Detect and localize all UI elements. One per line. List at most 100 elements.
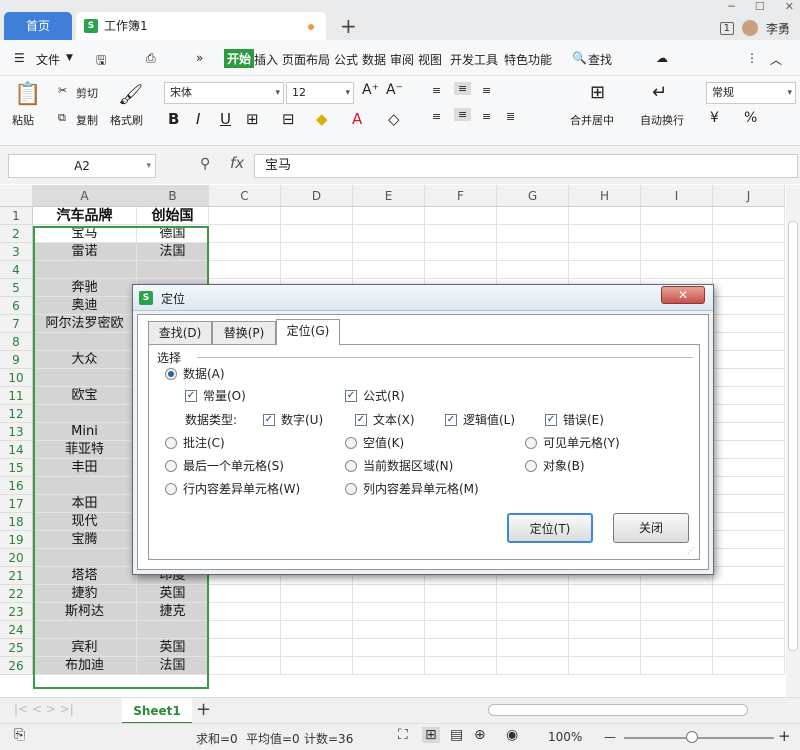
cell[interactable]: [713, 279, 785, 297]
cell[interactable]: [713, 297, 785, 315]
cut-icon[interactable]: ✂: [58, 84, 67, 97]
cell[interactable]: [569, 603, 641, 621]
formula-input[interactable]: 宝马: [254, 154, 798, 178]
cell[interactable]: [425, 657, 497, 675]
tab-replace[interactable]: 替换(P): [212, 321, 276, 345]
cut-button[interactable]: 剪切: [76, 85, 98, 101]
cell[interactable]: [641, 585, 713, 603]
radio-blank[interactable]: 空值(K): [345, 434, 404, 451]
zoom-out-button[interactable]: —: [604, 730, 616, 744]
cell[interactable]: [33, 405, 137, 423]
justify-icon[interactable]: ≣: [506, 110, 515, 123]
checkbox-constant[interactable]: ✓ 常量(O): [185, 387, 246, 404]
cell[interactable]: [713, 621, 785, 639]
cell[interactable]: 法国: [137, 657, 209, 675]
decrease-font-icon[interactable]: A⁻: [386, 82, 403, 98]
cell[interactable]: 现代: [33, 513, 137, 531]
cell[interactable]: [641, 657, 713, 675]
currency-icon[interactable]: ¥: [710, 110, 719, 126]
cell[interactable]: [569, 261, 641, 279]
cell[interactable]: [353, 243, 425, 261]
radio-comment[interactable]: 批注(C): [165, 434, 225, 451]
cell[interactable]: [497, 225, 569, 243]
italic-button[interactable]: I: [196, 110, 200, 128]
row-header[interactable]: 25: [0, 639, 33, 657]
cell[interactable]: [209, 639, 281, 657]
cell[interactable]: [713, 495, 785, 513]
row-header[interactable]: 26: [0, 657, 33, 675]
cell[interactable]: 创始国: [137, 207, 209, 225]
maximize-icon[interactable]: ☐: [755, 0, 765, 13]
cloud-icon[interactable]: ☁: [656, 51, 668, 65]
cell[interactable]: [209, 207, 281, 225]
align-left-icon[interactable]: ≡: [432, 110, 441, 123]
cell[interactable]: [713, 423, 785, 441]
paste-icon[interactable]: 📋: [14, 82, 41, 107]
menu-developer[interactable]: 开发工具: [450, 51, 498, 68]
cell[interactable]: 英国: [137, 585, 209, 603]
cell[interactable]: 本田: [33, 495, 137, 513]
tab-home[interactable]: 首页: [4, 12, 72, 40]
cell[interactable]: [713, 459, 785, 477]
fill-pattern-icon[interactable]: ⊟: [282, 110, 295, 128]
radio-row-diff[interactable]: 行内容差异单元格(W): [165, 480, 300, 497]
cell[interactable]: [641, 207, 713, 225]
paste-button[interactable]: 粘贴: [12, 112, 34, 128]
cell[interactable]: [353, 639, 425, 657]
cell[interactable]: [569, 243, 641, 261]
cell[interactable]: [425, 261, 497, 279]
row-header[interactable]: 20: [0, 549, 33, 567]
cell[interactable]: [569, 585, 641, 603]
cell[interactable]: [33, 261, 137, 279]
cell[interactable]: [209, 603, 281, 621]
row-header[interactable]: 12: [0, 405, 33, 423]
merge-center-button[interactable]: 合并居中: [570, 112, 614, 128]
row-header[interactable]: 14: [0, 441, 33, 459]
wrap-icon[interactable]: ↵: [652, 82, 667, 103]
column-header[interactable]: I: [641, 185, 713, 207]
sheet-nav-icon[interactable]: |< < > >|: [14, 702, 74, 716]
horizontal-scrollbar[interactable]: [488, 704, 748, 716]
fx-icon[interactable]: fx: [230, 154, 244, 172]
tab-goto[interactable]: 定位(G): [276, 319, 340, 345]
cell[interactable]: [33, 369, 137, 387]
cell[interactable]: [33, 477, 137, 495]
row-header[interactable]: 10: [0, 369, 33, 387]
checkbox-error[interactable]: ✓ 错误(E): [545, 411, 604, 428]
cell[interactable]: [425, 585, 497, 603]
row-header[interactable]: 23: [0, 603, 33, 621]
column-header[interactable]: B: [137, 185, 209, 207]
row-header[interactable]: 19: [0, 531, 33, 549]
bold-button[interactable]: B: [168, 110, 179, 128]
menu-data[interactable]: 数据: [362, 51, 386, 68]
macro-icon[interactable]: ⎘: [14, 727, 25, 743]
cell[interactable]: [713, 387, 785, 405]
row-header[interactable]: 5: [0, 279, 33, 297]
cell[interactable]: [33, 549, 137, 567]
cell[interactable]: [425, 639, 497, 657]
cell[interactable]: [353, 603, 425, 621]
align-center-icon[interactable]: ≡: [454, 108, 472, 121]
goto-button[interactable]: 定位(T): [507, 513, 593, 543]
cell[interactable]: 宝马: [33, 225, 137, 243]
cell[interactable]: [641, 243, 713, 261]
menu-review[interactable]: 审阅: [390, 51, 414, 68]
save-icon[interactable]: 🖫: [96, 51, 106, 72]
new-tab-button[interactable]: +: [340, 14, 357, 38]
tab-workbook[interactable]: S 工作簿1: [76, 12, 326, 40]
row-header[interactable]: 24: [0, 621, 33, 639]
cell[interactable]: [353, 621, 425, 639]
cell[interactable]: [281, 603, 353, 621]
vertical-scrollbar[interactable]: [786, 185, 800, 697]
border-icon[interactable]: ⊞: [246, 110, 259, 128]
cell[interactable]: [209, 225, 281, 243]
name-box[interactable]: A2: [8, 154, 156, 178]
clear-icon[interactable]: ◇: [388, 110, 400, 128]
row-header[interactable]: 13: [0, 423, 33, 441]
full-screen-icon[interactable]: ⛶: [398, 727, 408, 743]
cell[interactable]: [209, 657, 281, 675]
cell[interactable]: [713, 531, 785, 549]
cell[interactable]: [497, 585, 569, 603]
user-name[interactable]: 李勇: [766, 20, 790, 37]
row-header[interactable]: 9: [0, 351, 33, 369]
